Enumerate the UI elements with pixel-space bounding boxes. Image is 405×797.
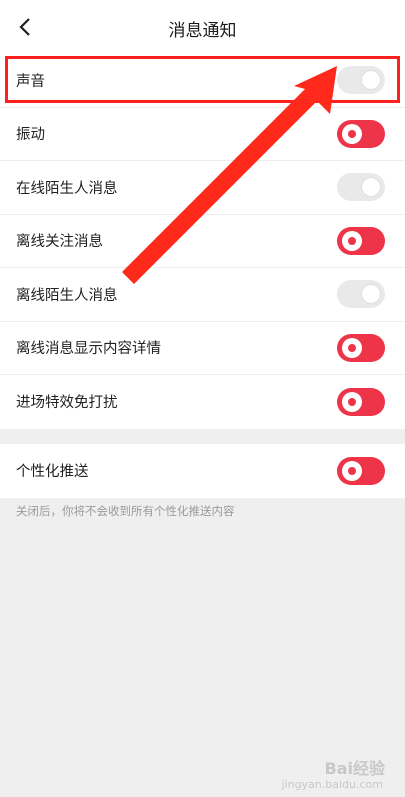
- setting-row[interactable]: 进场特效免打扰: [0, 375, 405, 429]
- watermark-logo: Bai经验: [325, 755, 385, 779]
- toggle-knob: [361, 70, 381, 91]
- toggle-knob: [361, 177, 381, 198]
- toggle-knob: [361, 284, 381, 305]
- setting-row[interactable]: 振动: [0, 108, 405, 161]
- setting-toggle[interactable]: [337, 280, 385, 309]
- setting-label: 离线消息显示内容详情: [16, 341, 161, 358]
- watermark-brand: Bai经验: [324, 759, 385, 778]
- setting-row[interactable]: 离线陌生人消息: [0, 268, 405, 322]
- setting-label: 离线陌生人消息: [16, 287, 118, 304]
- setting-label: 进场特效免打扰: [16, 395, 118, 412]
- setting-label: 在线陌生人消息: [16, 180, 118, 197]
- setting-label: 离线关注消息: [16, 234, 103, 251]
- setting-toggle[interactable]: [337, 226, 385, 255]
- setting-row[interactable]: 在线陌生人消息: [0, 161, 405, 215]
- setting-toggle[interactable]: [337, 119, 385, 148]
- setting-row[interactable]: 离线消息显示内容详情: [0, 322, 405, 375]
- top-bar: 消息通知: [0, 0, 405, 54]
- toggle-knob: [342, 123, 362, 144]
- setting-toggle[interactable]: [337, 333, 385, 362]
- toggle-knob: [342, 230, 362, 251]
- personalized-section: 个性化推送: [0, 444, 405, 498]
- settings-list: 声音振动在线陌生人消息 离线关注消息 离线陌生人消息离线消息显示内容详情 进场特效免打…: [0, 54, 405, 429]
- page-title: 消息通知: [168, 21, 237, 41]
- setting-label: 声音: [16, 73, 45, 90]
- setting-row[interactable]: 离线关注消息: [0, 215, 405, 268]
- setting-row[interactable]: 声音: [0, 54, 405, 108]
- personalized-toggle[interactable]: [337, 456, 385, 485]
- personalized-hint: 关闭后，你将不会收到所有个性化推送内容: [16, 504, 235, 518]
- toggle-knob: [342, 337, 362, 358]
- setting-toggle[interactable]: [337, 387, 385, 416]
- section-divider: [0, 429, 405, 444]
- setting-toggle[interactable]: [337, 173, 385, 202]
- setting-label: 振动: [16, 127, 45, 144]
- toggle-knob: [342, 460, 362, 481]
- watermark-url: jingyan.baidu.com: [281, 778, 383, 791]
- setting-row-personalized[interactable]: 个性化推送: [0, 444, 405, 498]
- setting-label: 个性化推送: [16, 464, 89, 481]
- toggle-knob: [342, 391, 362, 412]
- setting-toggle[interactable]: [337, 66, 385, 95]
